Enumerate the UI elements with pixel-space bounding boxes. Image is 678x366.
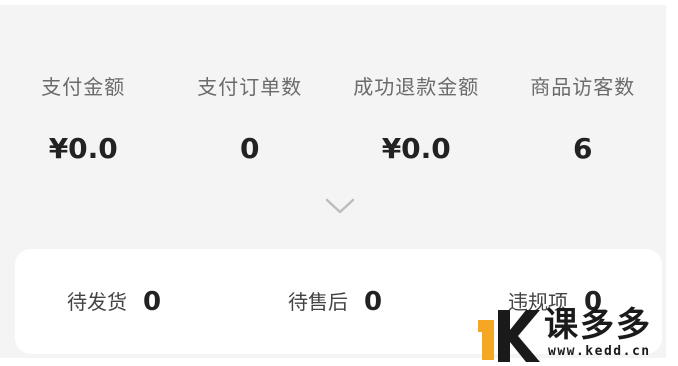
stat-value: 0 <box>240 132 260 165</box>
stat-label: 成功退款金额 <box>353 75 480 99</box>
status-after-sales[interactable]: 待售后 0 <box>288 285 382 319</box>
stat-value: ¥0.0 <box>48 132 118 165</box>
status-pending-shipment[interactable]: 待发货 0 <box>67 285 161 319</box>
stat-label: 商品访客数 <box>530 75 636 99</box>
expand-toggle[interactable] <box>323 196 357 216</box>
status-count: 0 <box>143 287 162 317</box>
stat-label: 支付金额 <box>41 75 126 99</box>
status-count: 0 <box>364 287 383 317</box>
status-label: 待发货 <box>67 290 127 314</box>
top-divider <box>0 0 678 5</box>
stat-value: 6 <box>573 132 593 165</box>
stat-order-count[interactable]: 支付订单数 0 <box>167 72 334 172</box>
stat-payment-amount[interactable]: 支付金额 ¥0.0 <box>0 72 167 172</box>
watermark-url: www.kedd.cn <box>548 344 651 359</box>
watermark-brand: 课多多 <box>544 305 652 345</box>
chevron-down-icon <box>325 198 355 214</box>
stat-visitor-count[interactable]: 商品访客数 6 <box>500 72 667 172</box>
stat-refund-amount[interactable]: 成功退款金额 ¥0.0 <box>333 72 500 172</box>
stat-value: ¥0.0 <box>381 132 451 165</box>
status-label: 待售后 <box>288 290 348 314</box>
watermark: 课多多 www.kedd.cn <box>478 304 678 366</box>
stats-row: 支付金额 ¥0.0 支付订单数 0 成功退款金额 ¥0.0 商品访客数 6 <box>0 72 666 172</box>
kedd-logo-icon <box>478 310 540 362</box>
stat-label: 支付订单数 <box>197 75 303 99</box>
